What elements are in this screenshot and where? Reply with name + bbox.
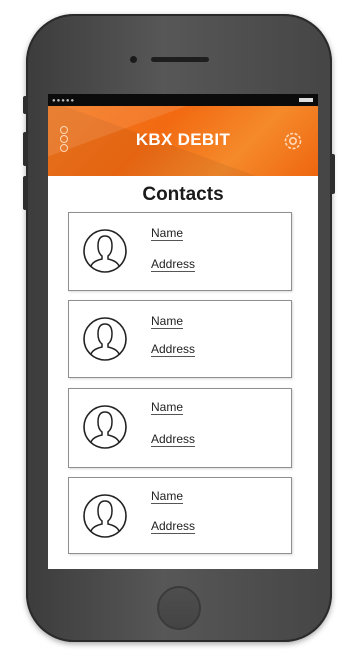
page-title: Contacts xyxy=(142,184,224,205)
battery-icon xyxy=(299,98,313,102)
volume-up-button xyxy=(23,132,28,166)
home-button[interactable] xyxy=(157,586,201,630)
front-camera xyxy=(130,56,137,63)
contact-address: Address xyxy=(151,519,196,534)
power-button xyxy=(330,154,335,194)
contact-name: Name xyxy=(151,400,184,415)
speaker-grill xyxy=(151,57,209,62)
app-header: KBX DEBIT xyxy=(48,106,318,176)
person-icon xyxy=(81,492,129,540)
contact-card[interactable]: Name Address xyxy=(68,477,292,554)
contact-name: Name xyxy=(151,489,184,504)
contact-card[interactable]: Name Address xyxy=(68,212,292,291)
person-icon xyxy=(81,315,129,363)
contact-address: Address xyxy=(151,342,196,357)
person-icon xyxy=(81,403,129,451)
contact-address: Address xyxy=(151,257,196,272)
contact-card[interactable]: Name Address xyxy=(68,300,292,378)
mute-switch xyxy=(23,96,28,114)
app-title: KBX DEBIT xyxy=(135,130,231,149)
status-bar: ●●●●● xyxy=(48,94,318,106)
phone-screen: ●●●●● KBX DEBIT Contacts Name Address Na… xyxy=(48,94,318,569)
contact-card[interactable]: Name Address xyxy=(68,388,292,468)
phone-frame: ●●●●● KBX DEBIT Contacts Name Address Na… xyxy=(23,14,335,642)
contact-name: Name xyxy=(151,314,184,329)
volume-down-button xyxy=(23,176,28,210)
contact-address: Address xyxy=(151,432,196,447)
gear-icon[interactable] xyxy=(282,130,304,152)
person-icon xyxy=(81,227,129,275)
signal-icon: ●●●●● xyxy=(52,98,76,104)
contact-name: Name xyxy=(151,226,184,241)
